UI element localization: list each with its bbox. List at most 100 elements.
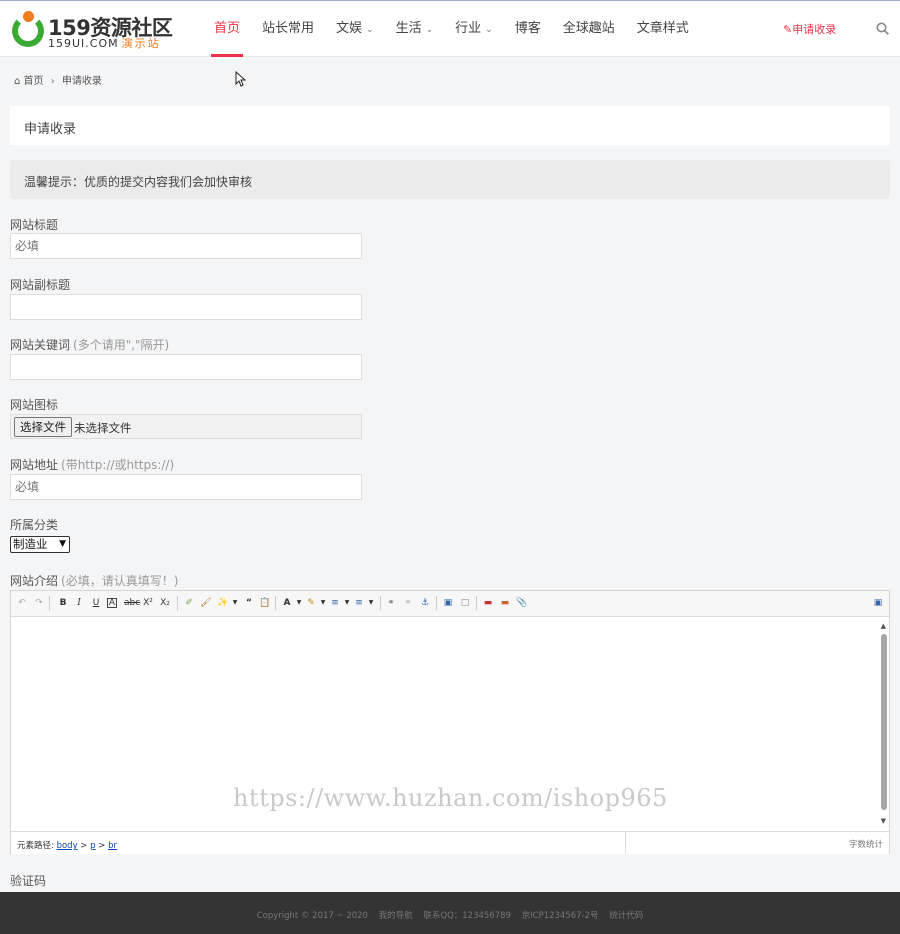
- notice-text: 温馨提示：优质的提交内容我们会加快审核: [24, 175, 253, 189]
- nav-label: 博客: [514, 21, 541, 36]
- nav-item-article-styles[interactable]: 文章样式: [626, 1, 700, 57]
- site-subtitle-label: 网站副标题: [10, 278, 71, 292]
- breadcrumb-home[interactable]: 首页: [24, 76, 44, 87]
- fullscreen-icon[interactable]: ▣: [872, 597, 884, 609]
- eraser-icon[interactable]: ✐: [183, 597, 195, 609]
- url-label-text: 网站地址: [10, 458, 59, 472]
- chevron-right-icon: ›: [50, 76, 55, 87]
- intro-hint: (必填，请认真填写！): [61, 574, 179, 588]
- insert-video-icon[interactable]: ▬: [482, 597, 494, 609]
- keywords-hint: (多个请用","隔开): [73, 338, 170, 352]
- font-color-icon[interactable]: A: [281, 597, 293, 609]
- path-p-link[interactable]: p: [90, 841, 95, 851]
- footer-icp-link[interactable]: 京ICP1234567-2号: [522, 911, 599, 921]
- nav-label: 生活: [395, 21, 422, 36]
- url-hint: (带http://或https://): [61, 458, 175, 472]
- category-selected: 制造业: [13, 537, 48, 551]
- main-nav: 首页 站长常用 文娱 ⌄ 生活 ⌄ 行业 ⌄ 博客 全球趣站 文章样式: [203, 1, 700, 57]
- ordered-list-icon[interactable]: ≡: [329, 597, 341, 609]
- toolbar-divider: [177, 596, 178, 610]
- nav-label: 站长常用: [262, 21, 315, 36]
- site-url-label: 网站地址 (带http://或https://): [10, 456, 174, 473]
- blockquote-icon[interactable]: “: [243, 597, 255, 609]
- path-br-link[interactable]: br: [108, 841, 117, 851]
- site-logo[interactable]: 159资源社区 159UI.COM 演示站: [12, 9, 173, 51]
- submit-site-link[interactable]: ✎申请收录: [783, 21, 836, 37]
- editor-scrollbar[interactable]: [881, 634, 887, 810]
- intro-label-text: 网站介绍: [10, 574, 59, 588]
- superscript-icon[interactable]: X²: [142, 597, 154, 609]
- nav-item-entertainment[interactable]: 文娱 ⌄: [325, 1, 385, 57]
- chevron-down-icon[interactable]: ▼: [317, 597, 329, 609]
- site-footer: Copyright © 2017 ~ 2020 我的导航 联系QQ：123456…: [0, 892, 900, 934]
- file-status: 未选择文件: [74, 421, 132, 435]
- bold-icon[interactable]: B: [57, 597, 69, 609]
- italic-icon[interactable]: I: [73, 597, 85, 609]
- strikethrough-icon[interactable]: abc: [124, 597, 140, 609]
- insert-music-icon[interactable]: ▬: [499, 597, 511, 609]
- nav-item-home[interactable]: 首页: [203, 1, 251, 57]
- site-title-input[interactable]: [10, 233, 362, 259]
- unordered-list-icon[interactable]: ≡: [353, 597, 365, 609]
- toolbar-divider: [436, 596, 437, 610]
- paste-plain-icon[interactable]: 📋: [259, 597, 271, 609]
- format-brush-icon[interactable]: 🖌: [200, 597, 212, 609]
- pencil-icon: ✎: [783, 23, 793, 36]
- logo-domain: 159UI.COM: [48, 37, 119, 50]
- nav-item-blog[interactable]: 博客: [504, 1, 552, 57]
- font-border-icon[interactable]: A: [107, 598, 117, 608]
- footer-stats: 统计代码: [609, 911, 644, 921]
- footer-my-nav-link[interactable]: 我的导航: [379, 911, 413, 921]
- auto-format-icon[interactable]: ✨: [217, 597, 229, 609]
- path-body-link[interactable]: body: [57, 841, 78, 851]
- nav-item-life[interactable]: 生活 ⌄: [385, 1, 445, 57]
- attachment-icon[interactable]: 📎: [516, 597, 528, 609]
- scroll-up-arrow-icon[interactable]: ▲: [881, 622, 886, 630]
- chevron-down-icon[interactable]: ▼: [229, 597, 241, 609]
- chevron-down-icon: ▼: [59, 539, 66, 549]
- nav-label: 行业: [455, 21, 482, 36]
- statusbar-divider: [625, 832, 626, 854]
- breadcrumb-current: 申请收录: [61, 76, 102, 87]
- chevron-down-icon: ⌄: [485, 25, 493, 35]
- nav-item-global-sites[interactable]: 全球趣站: [552, 1, 626, 57]
- captcha-label: 验证码: [10, 874, 47, 888]
- nav-label: 文娱: [336, 21, 363, 36]
- toolbar-divider: [476, 596, 477, 610]
- highlight-icon[interactable]: ✎: [305, 597, 317, 609]
- site-icon-label: 网站图标: [10, 398, 59, 412]
- page-break-icon[interactable]: □: [459, 597, 471, 609]
- anchor-icon[interactable]: ⚓: [419, 597, 431, 609]
- nav-item-webmaster[interactable]: 站长常用: [251, 1, 325, 57]
- footer-copyright: Copyright © 2017 ~ 2020: [256, 911, 368, 921]
- choose-file-button[interactable]: 选择文件: [14, 417, 72, 437]
- watermark-text: https://www.huzhan.com/ishop965: [233, 784, 668, 812]
- unlink-icon[interactable]: ⚭: [402, 597, 414, 609]
- site-url-input[interactable]: [10, 474, 362, 500]
- logo-sub-text: 159UI.COM 演示站: [48, 35, 161, 51]
- chevron-down-icon[interactable]: ▼: [341, 597, 353, 609]
- page-title-box: 申请收录: [10, 106, 890, 145]
- underline-icon[interactable]: U: [90, 597, 102, 609]
- site-keywords-input[interactable]: [10, 354, 362, 380]
- link-icon[interactable]: ⚭: [385, 597, 397, 609]
- undo-icon[interactable]: ↶: [16, 597, 28, 609]
- subscript-icon[interactable]: X₂: [159, 597, 171, 609]
- nav-label: 全球趣站: [562, 21, 615, 36]
- scroll-down-arrow-icon[interactable]: ▼: [881, 817, 886, 825]
- redo-icon[interactable]: ↷: [33, 597, 45, 609]
- keywords-label-text: 网站关键词: [10, 338, 71, 352]
- toolbar-divider: [380, 596, 381, 610]
- page-title: 申请收录: [24, 122, 77, 137]
- image-icon[interactable]: ▣: [442, 597, 454, 609]
- site-subtitle-input[interactable]: [10, 294, 362, 320]
- nav-label: 首页: [214, 21, 241, 36]
- editor-statusbar: 元素路径: body > p > br 字数统计: [11, 831, 889, 854]
- chevron-down-icon[interactable]: ▼: [365, 597, 377, 609]
- mouse-cursor-icon: [235, 71, 246, 87]
- nav-item-industry[interactable]: 行业 ⌄: [444, 1, 504, 57]
- category-select[interactable]: 制造业 ▼: [10, 536, 70, 553]
- footer-text: Copyright © 2017 ~ 2020 我的导航 联系QQ：123456…: [0, 909, 900, 921]
- search-icon[interactable]: [876, 22, 889, 35]
- chevron-down-icon[interactable]: ▼: [293, 597, 305, 609]
